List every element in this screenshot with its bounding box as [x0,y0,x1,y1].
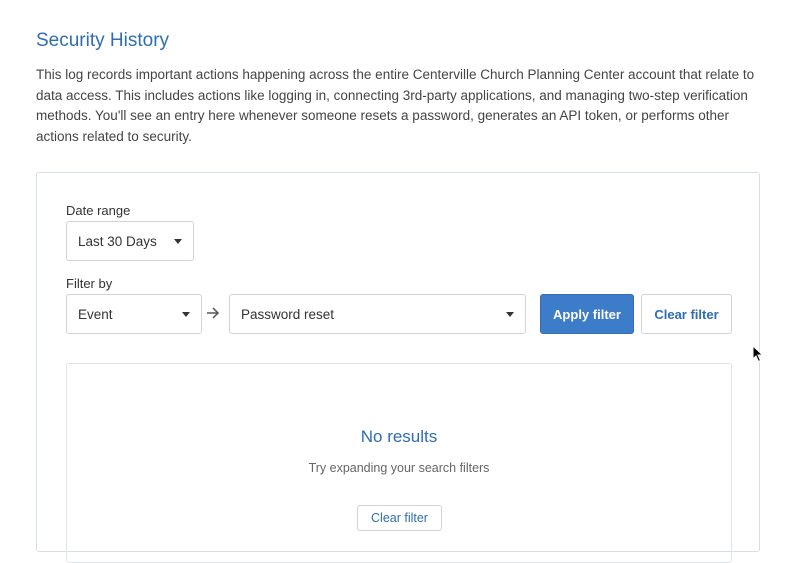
arrow-right-icon [207,307,220,319]
caret-down-icon [174,239,182,244]
page-title: Security History [36,30,170,51]
filter-value: Password reset [241,306,335,322]
apply-filter-button[interactable]: Apply filter [540,294,634,334]
filter-field-value: Event [78,306,113,322]
no-results-subtitle: Try expanding your search filters [308,461,490,475]
filter-by-label: Filter by [66,276,113,291]
caret-down-icon [182,312,190,317]
caret-down-icon [506,312,514,317]
filter-value-select[interactable]: Password reset [229,294,526,334]
date-range-value: Last 30 Days [78,233,157,249]
date-range-select[interactable]: Last 30 Days [66,221,194,261]
page-description: This log records important actions happe… [36,67,755,144]
clear-filter-button[interactable]: Clear filter [641,294,732,334]
mouse-pointer-icon [752,345,764,363]
filter-panel: Date range Last 30 Days Filter by Event … [36,172,760,563]
date-range-label: Date range [66,203,131,218]
no-results-title: No results [360,427,438,446]
empty-state-clear-filter-button[interactable]: Clear filter [357,505,442,531]
filter-field-select[interactable]: Event [66,294,202,334]
results-empty-state: No results Try expanding your search fil… [66,363,732,563]
